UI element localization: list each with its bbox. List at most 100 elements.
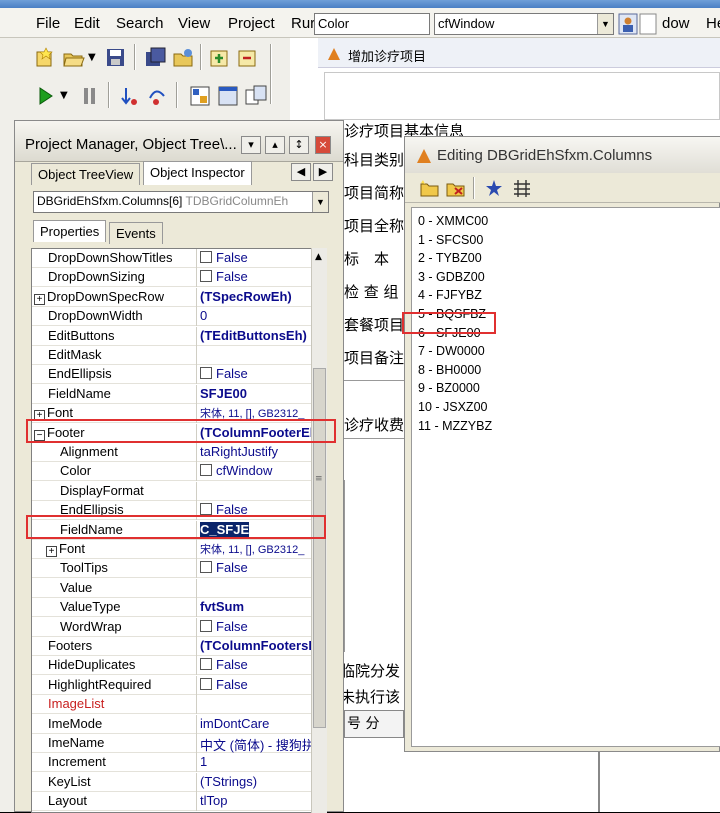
menu-project[interactable]: Project	[228, 15, 275, 32]
save-icon[interactable]	[104, 46, 128, 70]
property-row[interactable]: EditButtons (TEditButtonsEh)	[32, 326, 326, 346]
scroll-up-icon[interactable]: ▲	[315, 252, 322, 262]
color-property-combo[interactable]: Color	[314, 13, 430, 35]
menu-edit[interactable]: Edit	[74, 15, 100, 32]
checkbox-icon[interactable]	[200, 561, 212, 574]
minimize-icon[interactable]: ▾	[241, 136, 261, 154]
expand-icon[interactable]: +	[46, 546, 57, 557]
property-row[interactable]: ImeName 中文 (简体) - 搜狗拼i	[32, 734, 326, 753]
pause-icon[interactable]	[78, 84, 102, 108]
property-row[interactable]: + DropDownSpecRow (TSpecRowEh)	[32, 287, 326, 307]
run-dropdown-icon[interactable]: ▼	[60, 90, 68, 101]
save-all-icon[interactable]	[144, 46, 168, 70]
property-row[interactable]: DropDownShowTitles False	[32, 249, 326, 268]
menu-run[interactable]: Rur	[291, 15, 315, 32]
property-value[interactable]: False	[200, 269, 326, 284]
dropdown-arrow-icon[interactable]: ▼	[88, 52, 96, 63]
checkbox-icon[interactable]	[200, 251, 212, 263]
column-list-item[interactable]: 7 - DW0000	[418, 344, 485, 358]
property-row[interactable]: DropDownWidth 0	[32, 307, 326, 327]
open-project-icon[interactable]	[172, 46, 196, 70]
property-value[interactable]: False	[200, 366, 326, 381]
column-list-item[interactable]: 4 - FJFYBZ	[418, 288, 482, 302]
column-list-item[interactable]: 11 - MZZYBZ	[418, 419, 492, 433]
property-value[interactable]: tlTop	[200, 793, 326, 808]
tab-scroll-left-icon[interactable]: ◀	[291, 163, 311, 181]
delete-column-icon[interactable]	[445, 178, 467, 198]
property-value[interactable]: 1	[200, 754, 326, 769]
add-to-project-icon[interactable]	[208, 46, 232, 70]
property-row[interactable]: + Font 宋体, 11, [], GB2312_	[32, 540, 326, 559]
object-selector-combo[interactable]: DBGridEhSfxm.Columns[6] TDBGridColumnEh …	[33, 191, 329, 213]
property-value[interactable]: cfWindow	[200, 463, 326, 478]
trace-into-icon[interactable]	[118, 84, 142, 108]
tab-object-inspector[interactable]: Object Inspector	[143, 161, 252, 185]
grid-layout-icon[interactable]	[511, 178, 533, 198]
property-row[interactable]: WordWrap False	[32, 617, 326, 637]
checkbox-icon[interactable]	[200, 677, 212, 690]
property-row[interactable]: Footers (TColumnFootersE	[32, 637, 326, 656]
property-value[interactable]: (TEditButtonsEh)	[200, 328, 326, 343]
property-row[interactable]: ImeMode imDontCare	[32, 714, 326, 734]
checkbox-icon[interactable]	[200, 503, 212, 516]
menu-help[interactable]: He	[706, 15, 720, 32]
chevron-down-icon[interactable]: ▼	[597, 14, 613, 34]
property-row[interactable]: Increment 1	[32, 753, 326, 773]
checkbox-icon[interactable]	[200, 658, 212, 671]
column-list-item[interactable]: 9 - BZ0000	[418, 381, 480, 395]
editor-title-bar[interactable]: Editing DBGridEhSfxm.Columns	[405, 137, 720, 173]
menu-search[interactable]: Search	[116, 15, 164, 32]
property-value[interactable]: (TStrings)	[200, 774, 326, 789]
property-row[interactable]: Layout tlTop	[32, 792, 326, 812]
restore-icon[interactable]: ▴	[265, 136, 285, 154]
open-folder-icon[interactable]	[62, 46, 86, 70]
property-value[interactable]: False	[200, 560, 326, 575]
property-row[interactable]: ValueType fvtSum	[32, 598, 326, 618]
property-value[interactable]: fvtSum	[200, 599, 326, 614]
close-icon[interactable]: ×	[315, 136, 331, 154]
tab-object-treeview[interactable]: Object TreeView	[31, 163, 141, 185]
property-row[interactable]: DropDownSizing False	[32, 268, 326, 288]
user-icon[interactable]	[618, 13, 658, 35]
property-value[interactable]: 0	[200, 308, 326, 323]
view-form-icon[interactable]	[216, 84, 240, 108]
run-icon[interactable]	[34, 84, 58, 108]
expand-icon[interactable]: +	[34, 293, 45, 305]
property-row[interactable]: EditMask	[32, 346, 326, 365]
property-row[interactable]: EndEllipsis False	[32, 365, 326, 385]
column-list-item[interactable]: 8 - BH0000	[418, 363, 481, 377]
tab-scroll-right-icon[interactable]: ▶	[313, 163, 333, 181]
property-row[interactable]: ImageList	[32, 695, 326, 715]
property-row[interactable]: FieldName SFJE00	[32, 384, 326, 404]
property-row[interactable]: KeyList (TStrings)	[32, 772, 326, 792]
property-value[interactable]: 宋体, 11, [], GB2312_	[200, 541, 326, 557]
tab-properties[interactable]: Properties	[33, 220, 107, 242]
property-row[interactable]: Alignment taRightJustify	[32, 443, 326, 462]
property-value[interactable]: False	[200, 619, 326, 634]
property-value[interactable]: SFJE00	[200, 386, 326, 401]
chevron-down-icon[interactable]: ▼	[312, 192, 328, 212]
tab-events[interactable]: Events	[109, 222, 163, 244]
add-all-fields-icon[interactable]	[483, 178, 505, 198]
property-value[interactable]: taRightJustify	[200, 444, 326, 459]
toggle-form-unit-icon[interactable]	[244, 84, 268, 108]
property-row[interactable]: ToolTips False	[32, 559, 326, 579]
column-list-item[interactable]: 2 - TYBZ00	[418, 251, 482, 265]
property-row[interactable]: HighlightRequired False	[32, 675, 326, 695]
property-value[interactable]: imDontCare	[200, 716, 326, 731]
menu-view[interactable]: View	[178, 15, 210, 32]
color-value-combo[interactable]: cfWindow ▼	[434, 13, 614, 35]
checkbox-icon[interactable]	[200, 464, 212, 477]
column-list-item[interactable]: 1 - SFCS00	[418, 233, 483, 247]
column-list-item[interactable]: 3 - GDBZ00	[418, 270, 485, 284]
new-item-icon[interactable]	[34, 46, 58, 70]
columns-list[interactable]: 0 - XMMC00 1 - SFCS00 2 - TYBZ00 3 - GDBZ00…	[411, 207, 720, 747]
column-list-item[interactable]: 10 - JSXZ00	[418, 400, 487, 414]
checkbox-icon[interactable]	[200, 367, 212, 380]
property-row[interactable]: DisplayFormat	[32, 481, 326, 501]
step-over-icon[interactable]	[146, 84, 170, 108]
property-value[interactable]: (TColumnFootersE	[200, 638, 326, 653]
add-column-icon[interactable]	[419, 178, 441, 198]
maximize-icon[interactable]: ↕	[289, 136, 309, 154]
column-list-item[interactable]: 0 - XMMC00	[418, 214, 488, 228]
